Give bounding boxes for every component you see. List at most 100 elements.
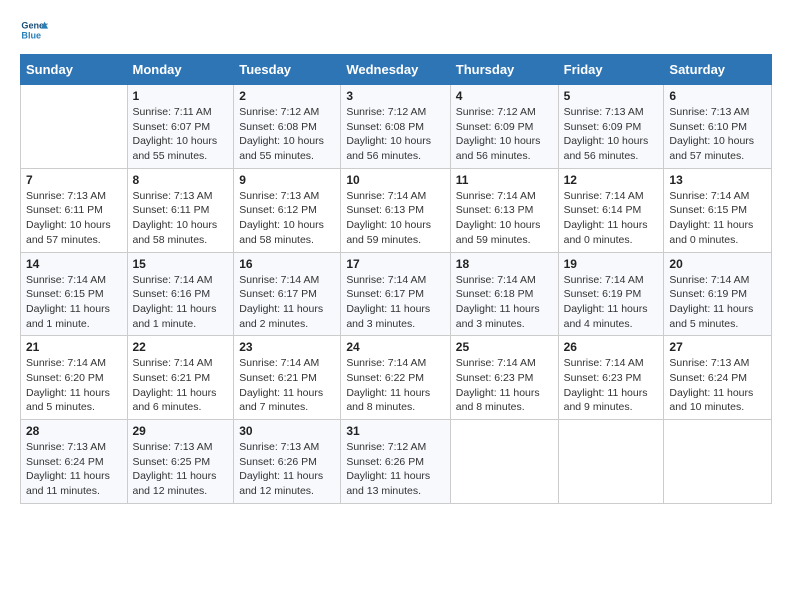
logo: General Blue	[20, 16, 52, 44]
calendar-cell: 21 Sunrise: 7:14 AM Sunset: 6:20 PM Dayli…	[21, 336, 128, 420]
day-info: Sunrise: 7:13 AM Sunset: 6:12 PM Dayligh…	[239, 189, 335, 248]
day-number: 5	[564, 89, 659, 103]
day-number: 15	[133, 257, 229, 271]
day-info: Sunrise: 7:13 AM Sunset: 6:24 PM Dayligh…	[26, 440, 122, 499]
calendar-cell: 22 Sunrise: 7:14 AM Sunset: 6:21 PM Dayli…	[127, 336, 234, 420]
calendar-cell: 4 Sunrise: 7:12 AM Sunset: 6:09 PM Daylig…	[450, 85, 558, 169]
day-info: Sunrise: 7:14 AM Sunset: 6:23 PM Dayligh…	[564, 356, 659, 415]
column-header-friday: Friday	[558, 55, 664, 85]
calendar-cell: 17 Sunrise: 7:14 AM Sunset: 6:17 PM Dayli…	[341, 252, 450, 336]
calendar-cell: 24 Sunrise: 7:14 AM Sunset: 6:22 PM Dayli…	[341, 336, 450, 420]
day-number: 12	[564, 173, 659, 187]
day-info: Sunrise: 7:14 AM Sunset: 6:21 PM Dayligh…	[239, 356, 335, 415]
day-number: 19	[564, 257, 659, 271]
day-number: 18	[456, 257, 553, 271]
day-number: 25	[456, 340, 553, 354]
calendar-cell: 10Sunrise: 7:14 AM Sunset: 6:13 PM Dayli…	[341, 168, 450, 252]
calendar-week-2: 7 Sunrise: 7:13 AM Sunset: 6:11 PM Daylig…	[21, 168, 772, 252]
calendar-cell	[450, 420, 558, 504]
day-number: 24	[346, 340, 444, 354]
day-number: 13	[669, 173, 766, 187]
day-number: 10	[346, 173, 444, 187]
day-number: 22	[133, 340, 229, 354]
calendar-cell: 15Sunrise: 7:14 AM Sunset: 6:16 PM Dayli…	[127, 252, 234, 336]
day-number: 7	[26, 173, 122, 187]
day-info: Sunrise: 7:13 AM Sunset: 6:10 PM Dayligh…	[669, 105, 766, 164]
calendar-cell: 25Sunrise: 7:14 AM Sunset: 6:23 PM Dayli…	[450, 336, 558, 420]
calendar-cell: 26 Sunrise: 7:14 AM Sunset: 6:23 PM Dayli…	[558, 336, 664, 420]
day-info: Sunrise: 7:14 AM Sunset: 6:18 PM Dayligh…	[456, 273, 553, 332]
day-info: Sunrise: 7:13 AM Sunset: 6:24 PM Dayligh…	[669, 356, 766, 415]
day-number: 23	[239, 340, 335, 354]
day-info: Sunrise: 7:14 AM Sunset: 6:20 PM Dayligh…	[26, 356, 122, 415]
calendar-cell: 19 Sunrise: 7:14 AM Sunset: 6:19 PM Dayli…	[558, 252, 664, 336]
column-header-wednesday: Wednesday	[341, 55, 450, 85]
calendar-cell	[21, 85, 128, 169]
calendar-cell: 1 Sunrise: 7:11 AM Sunset: 6:07 PM Daylig…	[127, 85, 234, 169]
day-info: Sunrise: 7:14 AM Sunset: 6:15 PM Dayligh…	[669, 189, 766, 248]
calendar-cell: 9Sunrise: 7:13 AM Sunset: 6:12 PM Daylig…	[234, 168, 341, 252]
day-number: 4	[456, 89, 553, 103]
day-info: Sunrise: 7:14 AM Sunset: 6:15 PM Dayligh…	[26, 273, 122, 332]
day-number: 26	[564, 340, 659, 354]
day-number: 17	[346, 257, 444, 271]
day-info: Sunrise: 7:14 AM Sunset: 6:14 PM Dayligh…	[564, 189, 659, 248]
day-info: Sunrise: 7:13 AM Sunset: 6:25 PM Dayligh…	[133, 440, 229, 499]
day-number: 2	[239, 89, 335, 103]
calendar-cell: 14 Sunrise: 7:14 AM Sunset: 6:15 PM Dayli…	[21, 252, 128, 336]
day-info: Sunrise: 7:13 AM Sunset: 6:26 PM Dayligh…	[239, 440, 335, 499]
day-number: 1	[133, 89, 229, 103]
day-number: 20	[669, 257, 766, 271]
calendar-cell: 2 Sunrise: 7:12 AM Sunset: 6:08 PM Daylig…	[234, 85, 341, 169]
calendar-cell	[558, 420, 664, 504]
calendar-cell: 29 Sunrise: 7:13 AM Sunset: 6:25 PM Dayli…	[127, 420, 234, 504]
day-number: 6	[669, 89, 766, 103]
calendar-cell: 16 Sunrise: 7:14 AM Sunset: 6:17 PM Dayli…	[234, 252, 341, 336]
calendar-week-5: 28 Sunrise: 7:13 AM Sunset: 6:24 PM Dayli…	[21, 420, 772, 504]
day-info: Sunrise: 7:12 AM Sunset: 6:08 PM Dayligh…	[239, 105, 335, 164]
calendar-week-1: 1 Sunrise: 7:11 AM Sunset: 6:07 PM Daylig…	[21, 85, 772, 169]
calendar-cell: 12 Sunrise: 7:14 AM Sunset: 6:14 PM Dayli…	[558, 168, 664, 252]
day-info: Sunrise: 7:14 AM Sunset: 6:19 PM Dayligh…	[669, 273, 766, 332]
day-number: 27	[669, 340, 766, 354]
day-info: Sunrise: 7:14 AM Sunset: 6:17 PM Dayligh…	[346, 273, 444, 332]
day-info: Sunrise: 7:14 AM Sunset: 6:13 PM Dayligh…	[456, 189, 553, 248]
calendar-cell: 30 Sunrise: 7:13 AM Sunset: 6:26 PM Dayli…	[234, 420, 341, 504]
svg-text:Blue: Blue	[21, 30, 41, 40]
day-info: Sunrise: 7:14 AM Sunset: 6:21 PM Dayligh…	[133, 356, 229, 415]
calendar-cell: 3 Sunrise: 7:12 AM Sunset: 6:08 PM Daylig…	[341, 85, 450, 169]
calendar-cell: 5 Sunrise: 7:13 AM Sunset: 6:09 PM Daylig…	[558, 85, 664, 169]
day-number: 14	[26, 257, 122, 271]
column-header-thursday: Thursday	[450, 55, 558, 85]
logo-icon: General Blue	[20, 16, 48, 44]
calendar-week-3: 14 Sunrise: 7:14 AM Sunset: 6:15 PM Dayli…	[21, 252, 772, 336]
day-number: 30	[239, 424, 335, 438]
day-number: 8	[133, 173, 229, 187]
day-info: Sunrise: 7:11 AM Sunset: 6:07 PM Dayligh…	[133, 105, 229, 164]
day-number: 11	[456, 173, 553, 187]
day-info: Sunrise: 7:14 AM Sunset: 6:19 PM Dayligh…	[564, 273, 659, 332]
day-number: 29	[133, 424, 229, 438]
day-info: Sunrise: 7:14 AM Sunset: 6:22 PM Dayligh…	[346, 356, 444, 415]
day-number: 3	[346, 89, 444, 103]
column-header-saturday: Saturday	[664, 55, 772, 85]
day-info: Sunrise: 7:12 AM Sunset: 6:08 PM Dayligh…	[346, 105, 444, 164]
calendar-cell: 27 Sunrise: 7:13 AM Sunset: 6:24 PM Dayli…	[664, 336, 772, 420]
day-number: 28	[26, 424, 122, 438]
day-info: Sunrise: 7:13 AM Sunset: 6:09 PM Dayligh…	[564, 105, 659, 164]
calendar-cell: 28 Sunrise: 7:13 AM Sunset: 6:24 PM Dayli…	[21, 420, 128, 504]
calendar-cell: 18 Sunrise: 7:14 AM Sunset: 6:18 PM Dayli…	[450, 252, 558, 336]
day-info: Sunrise: 7:13 AM Sunset: 6:11 PM Dayligh…	[26, 189, 122, 248]
day-number: 31	[346, 424, 444, 438]
day-info: Sunrise: 7:12 AM Sunset: 6:26 PM Dayligh…	[346, 440, 444, 499]
day-number: 21	[26, 340, 122, 354]
column-header-sunday: Sunday	[21, 55, 128, 85]
calendar-cell: 31 Sunrise: 7:12 AM Sunset: 6:26 PM Dayli…	[341, 420, 450, 504]
day-info: Sunrise: 7:12 AM Sunset: 6:09 PM Dayligh…	[456, 105, 553, 164]
day-number: 16	[239, 257, 335, 271]
day-info: Sunrise: 7:13 AM Sunset: 6:11 PM Dayligh…	[133, 189, 229, 248]
day-info: Sunrise: 7:14 AM Sunset: 6:17 PM Dayligh…	[239, 273, 335, 332]
column-header-tuesday: Tuesday	[234, 55, 341, 85]
calendar-cell: 6 Sunrise: 7:13 AM Sunset: 6:10 PM Daylig…	[664, 85, 772, 169]
calendar-cell	[664, 420, 772, 504]
